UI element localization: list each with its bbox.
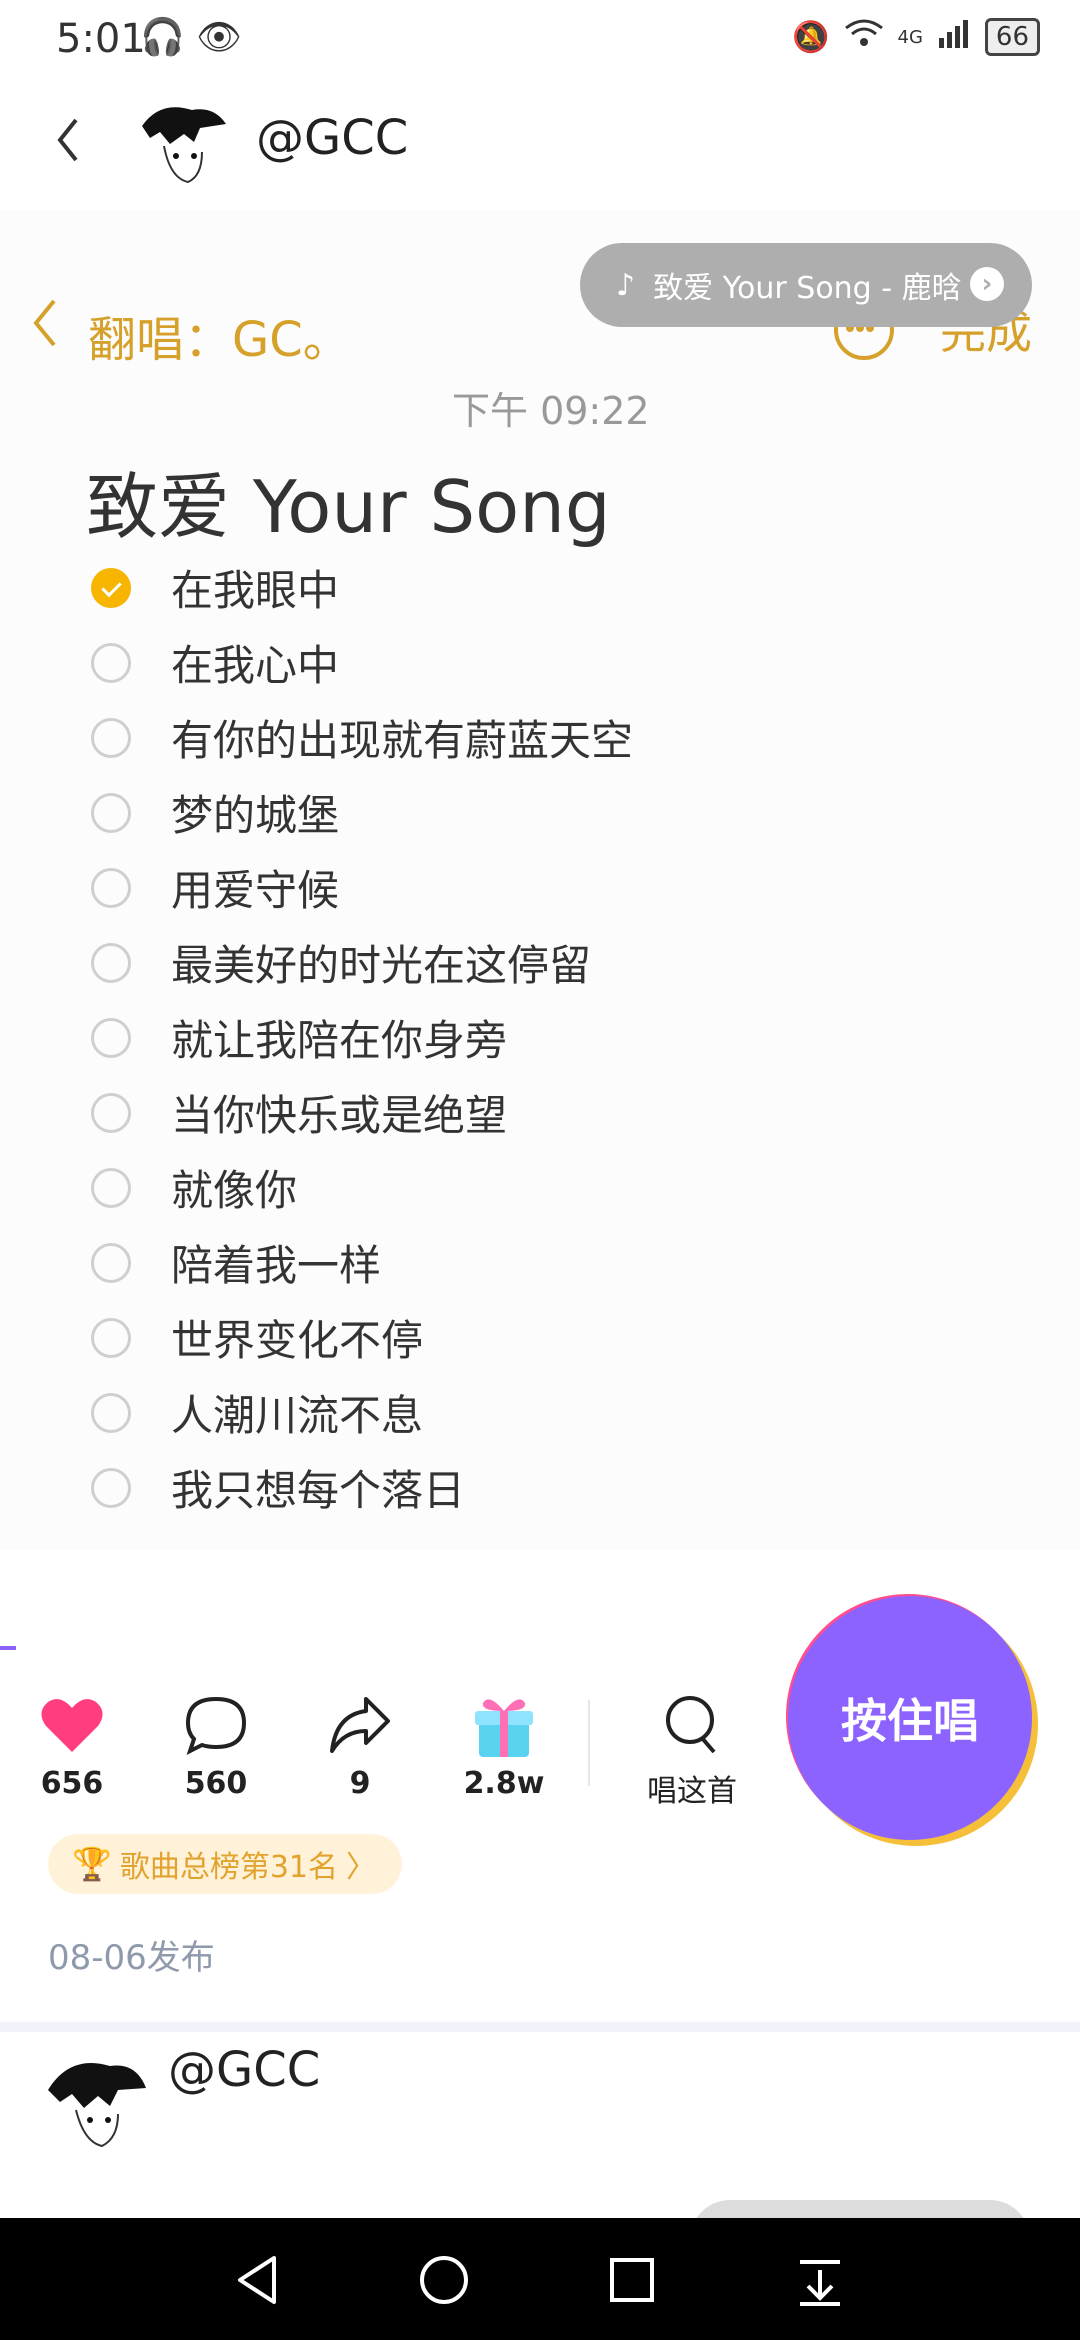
comment-count: 560 bbox=[184, 1766, 248, 1801]
trophy-icon: 🏆 bbox=[72, 1845, 112, 1883]
checkbox-icon[interactable] bbox=[91, 792, 131, 833]
checklist-item[interactable]: 陪着我一样 bbox=[86, 1225, 886, 1300]
note-back-icon[interactable] bbox=[30, 295, 60, 351]
share-count: 9 bbox=[349, 1766, 371, 1801]
checkbox-icon[interactable] bbox=[91, 1392, 131, 1433]
checklist-item-text: 有你的出现就有蔚蓝天空 bbox=[171, 716, 634, 765]
checklist-item[interactable]: 就像你 bbox=[86, 1150, 886, 1225]
note-title: 致爱 Your Song bbox=[86, 465, 611, 549]
checkbox-icon[interactable] bbox=[91, 1467, 131, 1508]
rank-badge-text: 歌曲总榜第31名 bbox=[119, 1850, 339, 1885]
checklist-item-text: 人潮川流不息 bbox=[171, 1391, 424, 1440]
mute-icon: 🔕 bbox=[792, 19, 830, 55]
checklist-item-text: 梦的城堡 bbox=[171, 791, 340, 840]
checklist-item-text: 在我眼中 bbox=[171, 566, 340, 615]
battery-indicator: 66 bbox=[984, 18, 1040, 56]
signal-icon bbox=[937, 18, 971, 56]
checklist-item[interactable]: 世界变化不停 bbox=[86, 1300, 886, 1375]
music-pill-text: 致爱 Your Song - 鹿晗 bbox=[653, 271, 962, 306]
checkbox-checked-icon[interactable] bbox=[91, 567, 131, 608]
action-divider bbox=[588, 1700, 590, 1786]
comment-icon bbox=[156, 1690, 276, 1760]
checkbox-icon[interactable] bbox=[91, 1167, 131, 1208]
rank-badge[interactable]: 🏆 歌曲总榜第31名 〉 bbox=[48, 1834, 403, 1894]
checklist-item-text: 陪着我一样 bbox=[171, 1241, 382, 1290]
mic-bubble-icon bbox=[632, 1690, 752, 1760]
hold-to-sing-button[interactable]: 按住唱 bbox=[788, 1596, 1032, 1840]
section-separator bbox=[0, 2022, 1080, 2032]
note-header-title: 翻唱：GC。 bbox=[88, 312, 351, 368]
network-type: 4G bbox=[897, 26, 923, 48]
heart-icon bbox=[12, 1690, 132, 1760]
gift-button[interactable]: 2.8w bbox=[444, 1690, 564, 1801]
checklist-item-text: 世界变化不停 bbox=[171, 1316, 424, 1365]
checklist-item[interactable]: 人潮川流不息 bbox=[86, 1375, 886, 1450]
checklist-item-text: 就让我陪在你身旁 bbox=[171, 1016, 508, 1065]
checkbox-icon[interactable] bbox=[91, 642, 131, 683]
status-time: 5:01 bbox=[56, 16, 146, 62]
checklist-item[interactable]: 梦的城堡 bbox=[86, 775, 886, 850]
checkbox-icon[interactable] bbox=[91, 1017, 131, 1058]
status-right-group: 🔕 4G 66 bbox=[792, 18, 1040, 56]
progress-tick bbox=[0, 1646, 16, 1650]
nav-back-icon[interactable] bbox=[228, 2250, 288, 2310]
checkbox-icon[interactable] bbox=[91, 867, 131, 908]
checklist-item[interactable]: 最美好的时光在这停留 bbox=[86, 925, 886, 1000]
sing-this-button[interactable]: 唱这首 bbox=[632, 1690, 752, 1810]
note-time: 下午 09:22 bbox=[452, 389, 650, 433]
checklist-item[interactable]: 在我眼中 bbox=[86, 550, 886, 625]
music-note-icon: ♪ bbox=[616, 267, 636, 303]
share-icon bbox=[300, 1690, 420, 1760]
checklist-item-text: 在我心中 bbox=[171, 641, 340, 690]
checklist-item-text: 我只想每个落日 bbox=[171, 1466, 466, 1515]
username[interactable]: @GCC bbox=[256, 110, 408, 166]
comment-button[interactable]: 560 bbox=[156, 1690, 276, 1801]
checklist-item-text: 当你快乐或是绝望 bbox=[171, 1091, 508, 1140]
checklist-item[interactable]: 在我心中 bbox=[86, 625, 886, 700]
back-icon[interactable] bbox=[48, 110, 88, 170]
checkbox-icon[interactable] bbox=[91, 1317, 131, 1358]
chevron-right-icon: 〉 bbox=[346, 1850, 377, 1885]
checkbox-icon[interactable] bbox=[91, 1242, 131, 1283]
nav-home-icon[interactable] bbox=[414, 2250, 474, 2310]
music-pill[interactable]: ♪ 致爱 Your Song - 鹿晗 › bbox=[580, 243, 1032, 327]
nav-recents-icon[interactable] bbox=[602, 2250, 662, 2310]
checklist-item[interactable]: 用爱守候 bbox=[86, 850, 886, 925]
status-left-icons: 🎧 👁 bbox=[140, 17, 242, 58]
checklist-item[interactable]: 就让我陪在你身旁 bbox=[86, 1000, 886, 1075]
wifi-icon bbox=[844, 18, 884, 56]
sing-this-label: 唱这首 bbox=[647, 1774, 737, 1809]
publish-date: 08-06发布 bbox=[48, 1938, 215, 1978]
system-nav-bar bbox=[0, 2218, 1080, 2340]
next-post-username[interactable]: @GCC bbox=[168, 2042, 320, 2098]
gift-icon bbox=[444, 1690, 564, 1760]
avatar[interactable] bbox=[130, 98, 230, 188]
chevron-right-icon: › bbox=[970, 267, 1004, 301]
checkbox-icon[interactable] bbox=[91, 942, 131, 983]
checklist-item-text: 最美好的时光在这停留 bbox=[171, 941, 592, 990]
checklist-item[interactable]: 我只想每个落日 bbox=[86, 1450, 886, 1525]
checkbox-icon[interactable] bbox=[91, 717, 131, 758]
gift-count: 2.8w bbox=[463, 1766, 545, 1801]
checklist-item-text: 用爱守候 bbox=[171, 866, 340, 915]
avatar[interactable] bbox=[40, 2050, 150, 2150]
like-button[interactable]: 656 bbox=[12, 1690, 132, 1801]
checklist-item[interactable]: 当你快乐或是绝望 bbox=[86, 1075, 886, 1150]
checklist-item-text: 就像你 bbox=[171, 1166, 298, 1215]
share-button[interactable]: 9 bbox=[300, 1690, 420, 1801]
nav-down-icon[interactable] bbox=[790, 2250, 850, 2310]
checkbox-icon[interactable] bbox=[91, 1092, 131, 1133]
checklist-item[interactable]: 有你的出现就有蔚蓝天空 bbox=[86, 700, 886, 775]
like-count: 656 bbox=[40, 1766, 104, 1801]
